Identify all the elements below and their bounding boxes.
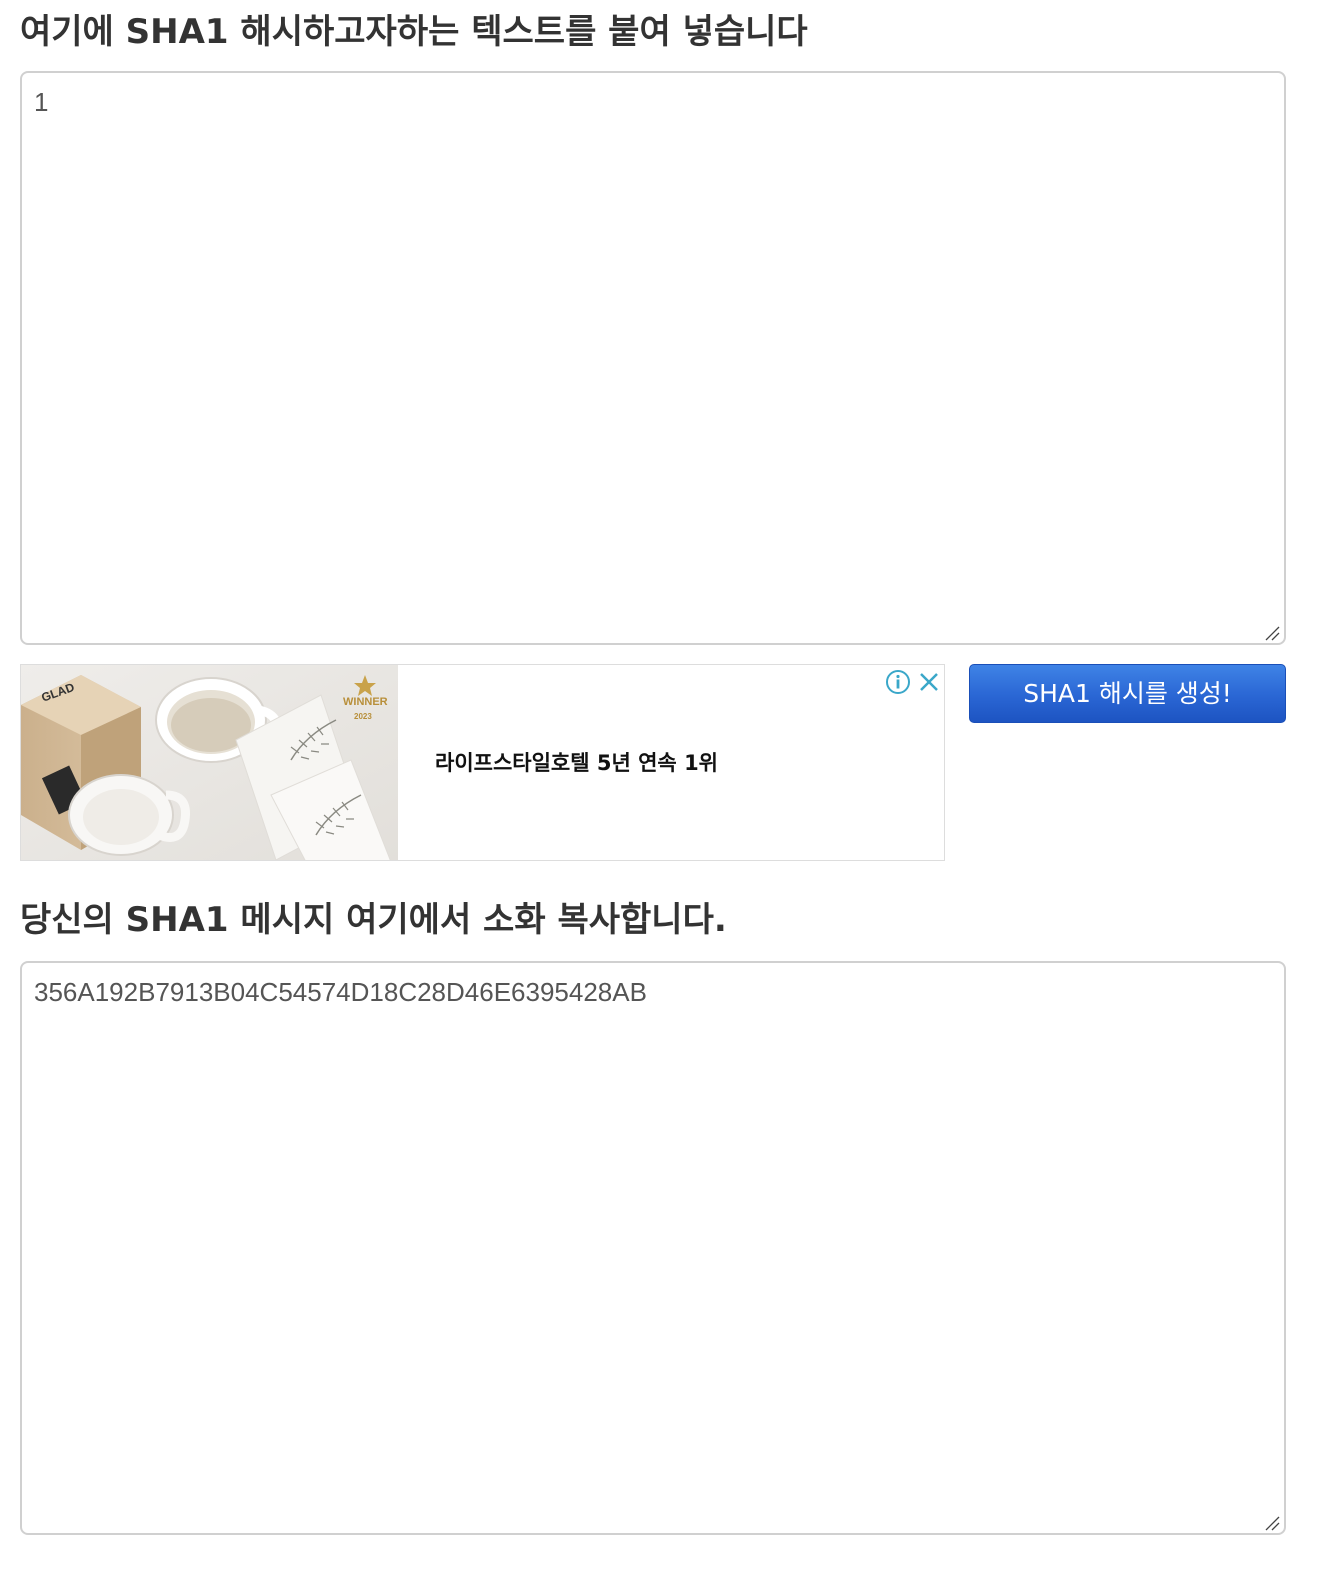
info-icon[interactable] [885, 669, 911, 695]
advertisement-banner[interactable]: GLAD WINNER 2023 라이프스타일호텔 5년 연속 1위 [20, 664, 945, 861]
ad-product-image[interactable]: GLAD WINNER 2023 [21, 665, 398, 861]
ad-headline[interactable]: 라이프스타일호텔 5년 연속 1위 [435, 747, 718, 777]
input-textarea[interactable] [20, 71, 1286, 645]
output-textarea[interactable] [20, 961, 1286, 1535]
ad-badge-year: 2023 [354, 712, 372, 721]
ad-badge-text: WINNER [343, 696, 388, 708]
close-icon[interactable] [917, 670, 941, 694]
resize-grip-icon[interactable] [1264, 1515, 1280, 1531]
resize-grip-icon[interactable] [1264, 625, 1280, 641]
input-heading: 여기에 SHA1 해시하고자하는 텍스트를 붙여 넣습니다 [20, 12, 808, 52]
output-heading: 당신의 SHA1 메시지 여기에서 소화 복사합니다. [20, 900, 727, 940]
generate-sha1-button[interactable]: SHA1 해시를 생성! [969, 664, 1286, 723]
